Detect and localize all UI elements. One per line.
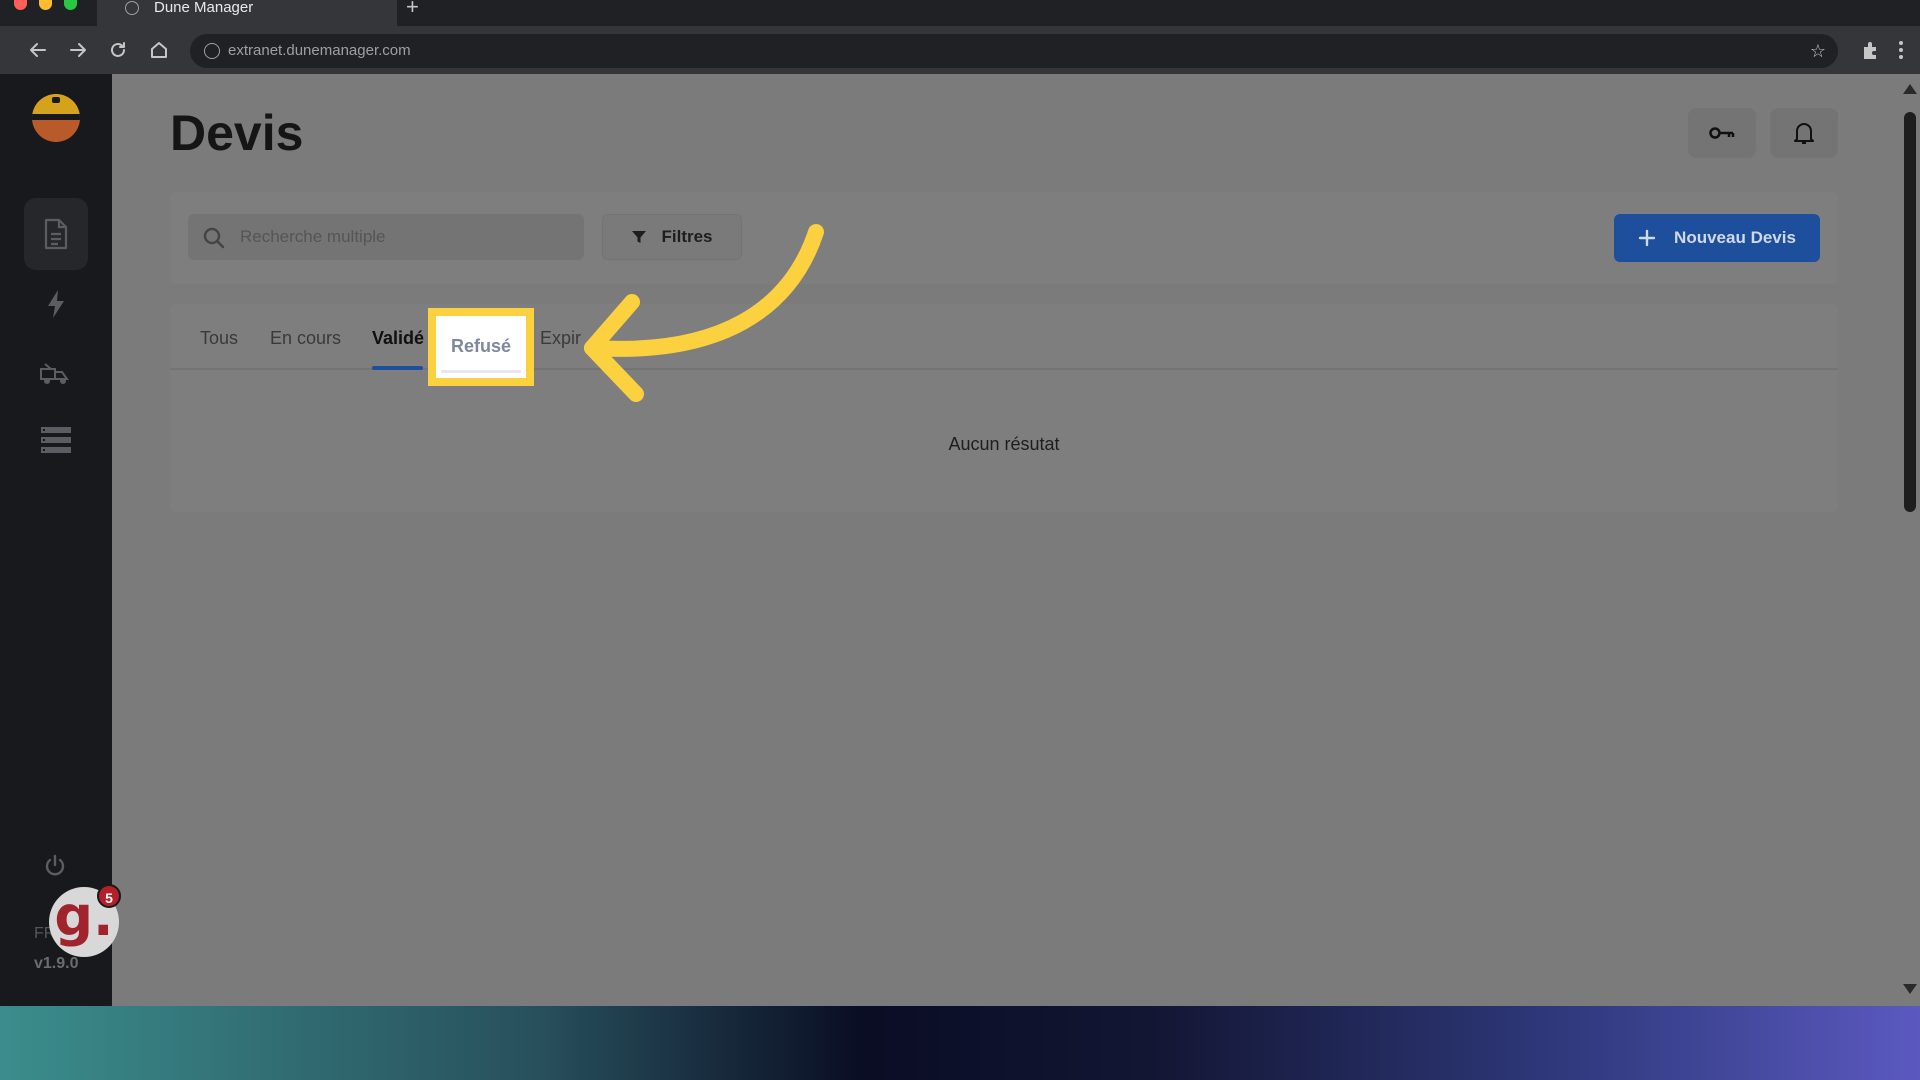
- truck-icon: [40, 363, 69, 384]
- plus-icon: [1638, 229, 1656, 247]
- search-toolbar: Filtres Nouveau Devis: [170, 192, 1838, 284]
- bell-icon: [1794, 123, 1814, 144]
- globe-icon: [125, 1, 139, 15]
- scroll-up-arrow[interactable]: [1903, 84, 1917, 94]
- scroll-thumb[interactable]: [1904, 112, 1916, 512]
- app-root: FR v1.9.0 g. 5 Devis Filtres Nouveau Dev…: [0, 74, 1920, 1006]
- browser-tab[interactable]: Dune Manager: [97, 0, 397, 26]
- new-tab-button[interactable]: +: [406, 0, 419, 18]
- active-tab-indicator: [372, 366, 423, 370]
- tab-refuse-underline: [441, 370, 521, 373]
- tab-expire[interactable]: Expir: [540, 328, 581, 349]
- browser-toolbar: extranet.dunemanager.com ☆: [0, 26, 1920, 74]
- devis-list-card: Tous En cours Validé Expir Aucun résutat: [170, 304, 1838, 512]
- sidebar-item-vehicles[interactable]: [24, 338, 88, 410]
- window-minimize-button[interactable]: [39, 0, 52, 10]
- sidebar-item-devis[interactable]: [24, 198, 88, 270]
- tab-tous[interactable]: Tous: [200, 328, 238, 349]
- power-icon[interactable]: [43, 854, 67, 878]
- search-input[interactable]: [240, 214, 570, 260]
- page-title: Devis: [170, 105, 304, 161]
- search-icon: [203, 227, 225, 249]
- key-button[interactable]: [1688, 108, 1756, 158]
- scroll-down-arrow[interactable]: [1903, 984, 1917, 994]
- filter-icon: [632, 231, 647, 243]
- desktop-wallpaper: [0, 1006, 1920, 1080]
- browser-menu-icon[interactable]: [1888, 37, 1914, 63]
- sidebar-item-list[interactable]: [24, 404, 88, 476]
- site-info-icon[interactable]: [204, 43, 220, 59]
- window-maximize-button[interactable]: [64, 0, 77, 10]
- back-arrow-icon[interactable]: [25, 37, 51, 63]
- new-devis-button[interactable]: Nouveau Devis: [1614, 214, 1820, 262]
- app-version: v1.9.0: [34, 955, 79, 972]
- sidebar-item-energy[interactable]: [24, 268, 88, 340]
- empty-state-message: Aucun résutat: [948, 434, 1060, 454]
- list-icon: [41, 427, 71, 453]
- notifications-button[interactable]: [1770, 108, 1838, 158]
- app-logo[interactable]: [32, 94, 80, 142]
- home-icon[interactable]: [146, 37, 172, 63]
- browser-tab-title: Dune Manager: [154, 0, 254, 16]
- window-close-button[interactable]: [14, 0, 27, 10]
- filters-label: Filtres: [661, 227, 713, 246]
- browser-tab-bar: Dune Manager +: [0, 0, 1920, 26]
- status-tabs: Tous En cours Validé Expir: [170, 304, 1838, 370]
- bookmark-star-icon[interactable]: ☆: [1810, 40, 1826, 62]
- new-devis-label: Nouveau Devis: [1674, 228, 1796, 247]
- notification-count-badge: 5: [97, 884, 121, 908]
- reload-icon[interactable]: [105, 37, 131, 63]
- forward-arrow-icon[interactable]: [65, 37, 91, 63]
- tab-refuse-highlight[interactable]: Refusé: [428, 308, 534, 386]
- search-box[interactable]: [188, 214, 584, 260]
- page-scrollbar[interactable]: [1900, 74, 1920, 1006]
- address-bar[interactable]: extranet.dunemanager.com ☆: [190, 34, 1838, 68]
- filters-button[interactable]: Filtres: [602, 214, 742, 260]
- sidebar: FR v1.9.0: [0, 74, 112, 1006]
- tab-en-cours[interactable]: En cours: [270, 328, 341, 349]
- tab-valide[interactable]: Validé: [372, 328, 424, 349]
- key-icon: [1709, 127, 1735, 139]
- extensions-icon[interactable]: [1858, 37, 1884, 63]
- tab-refuse[interactable]: Refusé: [436, 316, 526, 378]
- lightning-icon: [48, 290, 64, 318]
- address-url: extranet.dunemanager.com: [228, 42, 411, 59]
- document-icon: [44, 218, 68, 250]
